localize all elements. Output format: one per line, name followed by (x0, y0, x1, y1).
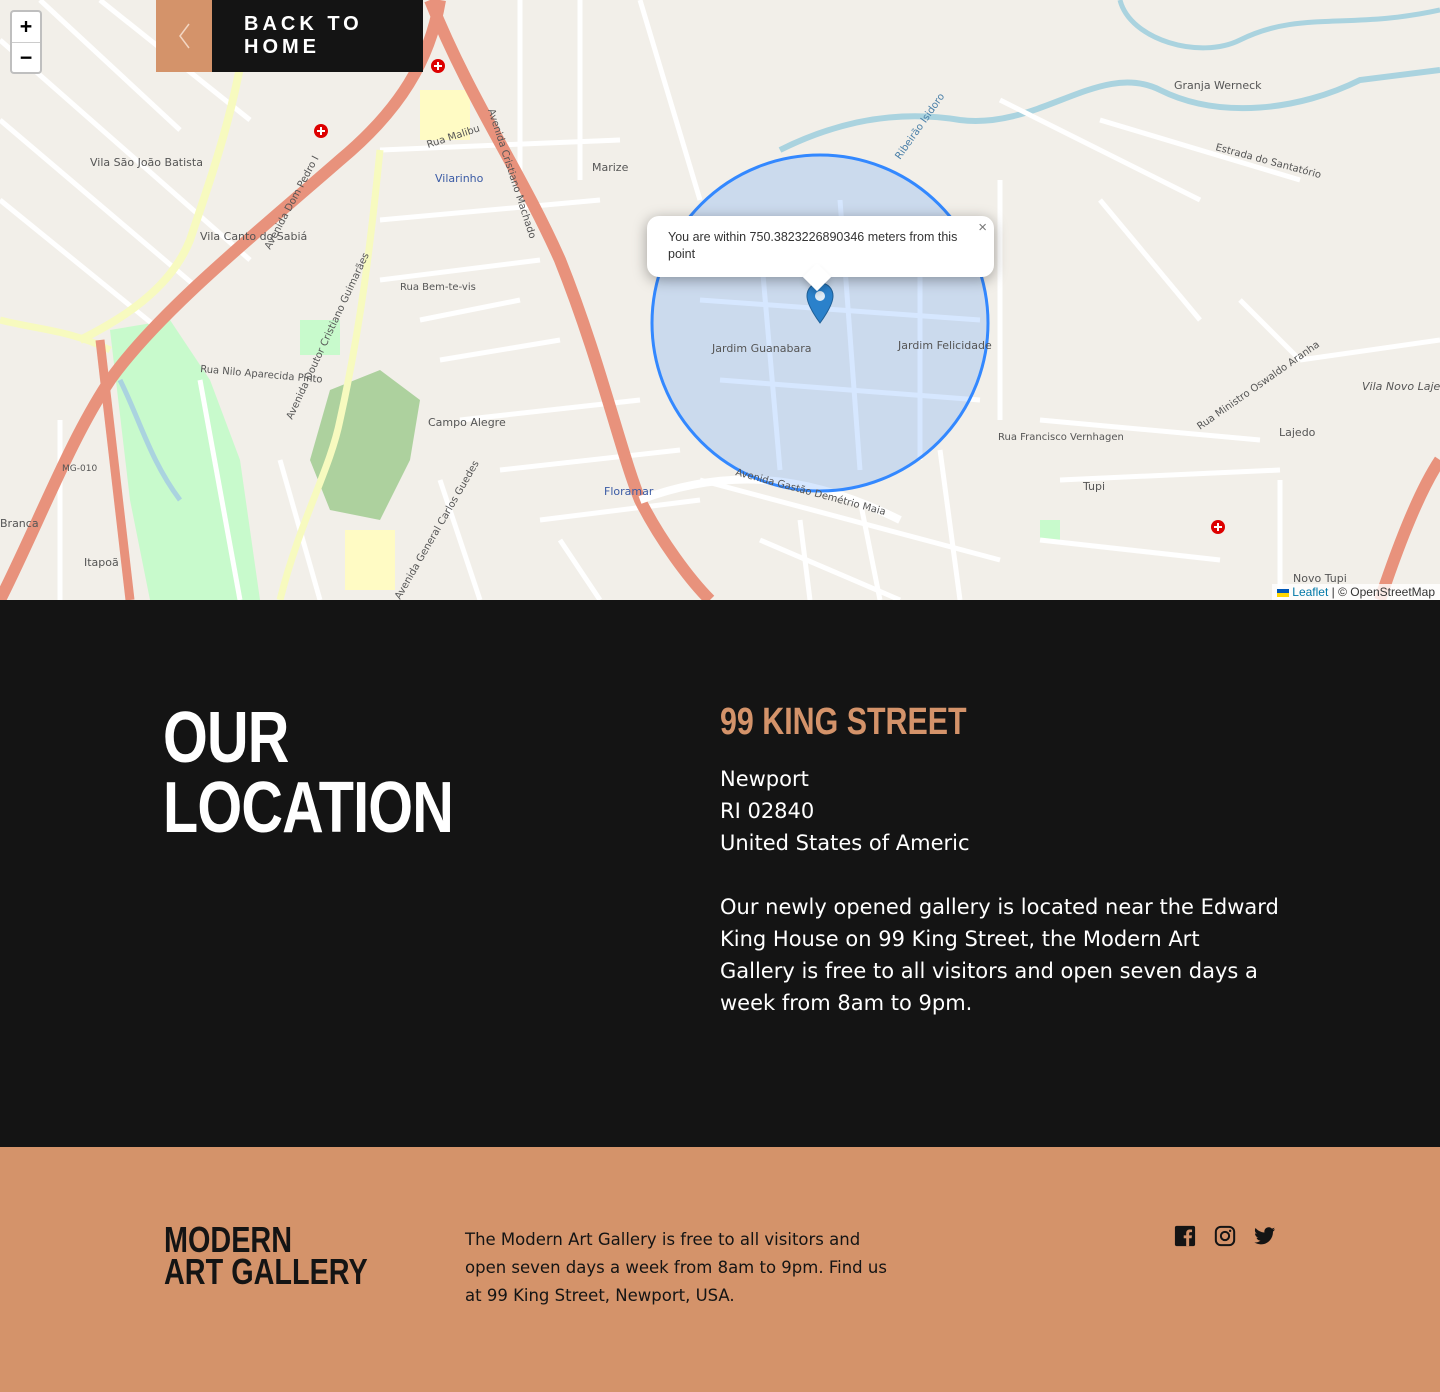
location-section: OUR LOCATION 99 KING STREET Newport RI 0… (0, 600, 1440, 1147)
address-block: Newport RI 02840 United States of Americ (720, 763, 970, 859)
osm-attribution[interactable]: | © OpenStreetMap (1332, 585, 1435, 599)
map-place-label: Jardim Guanabara (711, 342, 812, 355)
chevron-left-icon (156, 0, 212, 72)
map-place-label: Vilarinho (435, 172, 484, 185)
map-place-label: Tupi (1082, 480, 1105, 493)
hospital-icon (1211, 520, 1225, 534)
map-place-label: Campo Alegre (428, 416, 506, 429)
map-place-label: Lajedo (1279, 426, 1316, 439)
map-place-label: Granja Werneck (1174, 79, 1262, 92)
map-place-label: Vila São João Batista (90, 156, 203, 169)
address-city: Newport (720, 767, 809, 791)
map-place-label: Branca (0, 517, 39, 530)
zoom-in-button[interactable]: + (12, 12, 40, 42)
twitter-icon[interactable] (1254, 1225, 1276, 1247)
instagram-icon[interactable] (1214, 1225, 1236, 1247)
location-description: Our newly opened gallery is located near… (720, 895, 1279, 1015)
map-street-label: Rua Bem-te-vis (400, 282, 476, 293)
address-country: United States of Americ (720, 831, 970, 855)
map-place-label: Jardim Felicidade (897, 339, 992, 352)
hospital-icon (431, 59, 445, 73)
map-place-label: Floramar (604, 485, 654, 498)
hospital-icon (314, 124, 328, 138)
location-title: OUR LOCATION (163, 702, 454, 844)
street-heading: 99 KING STREET (720, 701, 967, 743)
map-street-label: Rua Francisco Vernhagen (998, 432, 1124, 443)
map-place-label: Vila Canto do Sabiá (200, 230, 307, 243)
map-place-label: Vila Novo Lajedo (1362, 380, 1440, 393)
zoom-out-button[interactable]: − (12, 42, 40, 72)
map-place-label: Itapoã (84, 556, 119, 569)
footer-logo-line2: ART GALLERY (164, 1251, 368, 1292)
popup-text: You are within 750.3823226890346 meters … (668, 230, 958, 261)
map-place-label: Marize (592, 161, 629, 174)
map-place-label: MG-010 (62, 464, 97, 474)
footer-text: The Modern Art Gallery is free to all vi… (465, 1230, 887, 1305)
facebook-icon[interactable] (1174, 1225, 1196, 1247)
back-to-home-button[interactable]: BACK TO HOME (156, 0, 423, 72)
zoom-control: + − (10, 10, 42, 74)
back-to-home-label: BACK TO HOME (212, 0, 423, 72)
ukraine-flag-icon (1276, 588, 1289, 597)
footer: MODERN ART GALLERY The Modern Art Galler… (0, 1147, 1440, 1392)
map-attribution: Leaflet | © OpenStreetMap (1271, 584, 1440, 600)
popup-close-button[interactable]: × (978, 219, 987, 236)
map-tiles[interactable]: Vila São João Batista Vilarinho Vila Can… (0, 0, 1440, 600)
map-popup: You are within 750.3823226890346 meters … (647, 216, 994, 292)
location-title-line1: OUR (163, 698, 289, 778)
location-title-line2: LOCATION (163, 768, 454, 848)
footer-logo[interactable]: MODERN ART GALLERY (164, 1222, 368, 1290)
map-marker-icon[interactable] (806, 282, 834, 328)
location-map[interactable]: Vila São João Batista Vilarinho Vila Can… (0, 0, 1440, 600)
address-zip: RI 02840 (720, 799, 815, 823)
leaflet-link[interactable]: Leaflet (1292, 585, 1328, 599)
